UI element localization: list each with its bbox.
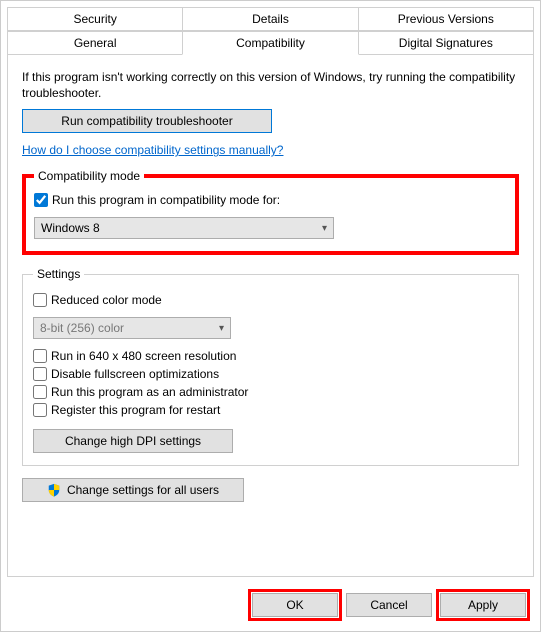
run-640-row[interactable]: Run in 640 x 480 screen resolution bbox=[33, 349, 508, 363]
run-admin-checkbox[interactable] bbox=[33, 385, 47, 399]
shield-icon bbox=[47, 483, 61, 497]
compatibility-mode-group: Compatibility mode Run this program in c… bbox=[22, 169, 519, 255]
register-restart-checkbox[interactable] bbox=[33, 403, 47, 417]
register-restart-row[interactable]: Register this program for restart bbox=[33, 403, 508, 417]
apply-button[interactable]: Apply bbox=[440, 593, 526, 617]
compat-mode-os-value: Windows 8 bbox=[41, 221, 100, 235]
compat-mode-checkbox-row[interactable]: Run this program in compatibility mode f… bbox=[34, 193, 507, 207]
run-640-checkbox[interactable] bbox=[33, 349, 47, 363]
reduced-color-row[interactable]: Reduced color mode bbox=[33, 293, 508, 307]
run-troubleshooter-button[interactable]: Run compatibility troubleshooter bbox=[22, 109, 272, 133]
dialog-button-bar: OK Cancel Apply bbox=[1, 583, 540, 631]
reduced-color-label: Reduced color mode bbox=[51, 293, 162, 307]
tab-digital-signatures[interactable]: Digital Signatures bbox=[358, 31, 534, 55]
chevron-down-icon: ▾ bbox=[219, 323, 224, 334]
intro-text: If this program isn't working correctly … bbox=[22, 69, 519, 101]
tab-security[interactable]: Security bbox=[7, 7, 183, 31]
color-mode-value: 8-bit (256) color bbox=[40, 321, 124, 335]
run-admin-row[interactable]: Run this program as an administrator bbox=[33, 385, 508, 399]
compatibility-mode-legend: Compatibility mode bbox=[34, 169, 144, 183]
disable-fs-checkbox[interactable] bbox=[33, 367, 47, 381]
cancel-button[interactable]: Cancel bbox=[346, 593, 432, 617]
compat-mode-checkbox[interactable] bbox=[34, 193, 48, 207]
settings-legend: Settings bbox=[33, 267, 84, 281]
chevron-down-icon: ▾ bbox=[322, 223, 327, 234]
change-dpi-button[interactable]: Change high DPI settings bbox=[33, 429, 233, 453]
tab-previous-versions[interactable]: Previous Versions bbox=[358, 7, 534, 31]
settings-group: Settings Reduced color mode 8-bit (256) … bbox=[22, 267, 519, 466]
compat-mode-label: Run this program in compatibility mode f… bbox=[52, 193, 280, 207]
tab-body-compatibility: If this program isn't working correctly … bbox=[7, 54, 534, 577]
disable-fs-row[interactable]: Disable fullscreen optimizations bbox=[33, 367, 508, 381]
tab-compatibility[interactable]: Compatibility bbox=[182, 31, 358, 55]
run-640-label: Run in 640 x 480 screen resolution bbox=[51, 349, 236, 363]
color-mode-combo: 8-bit (256) color ▾ bbox=[33, 317, 231, 339]
reduced-color-checkbox[interactable] bbox=[33, 293, 47, 307]
tab-row-2: General Compatibility Digital Signatures bbox=[7, 31, 534, 55]
tab-details[interactable]: Details bbox=[182, 7, 358, 31]
disable-fs-label: Disable fullscreen optimizations bbox=[51, 367, 219, 381]
run-admin-label: Run this program as an administrator bbox=[51, 385, 248, 399]
change-all-users-button[interactable]: Change settings for all users bbox=[22, 478, 244, 502]
change-all-users-label: Change settings for all users bbox=[67, 483, 219, 497]
properties-dialog: Security Details Previous Versions Gener… bbox=[0, 0, 541, 632]
compat-mode-os-combo[interactable]: Windows 8 ▾ bbox=[34, 217, 334, 239]
help-link[interactable]: How do I choose compatibility settings m… bbox=[22, 143, 283, 157]
register-restart-label: Register this program for restart bbox=[51, 403, 220, 417]
ok-button[interactable]: OK bbox=[252, 593, 338, 617]
tab-general[interactable]: General bbox=[7, 31, 183, 55]
tab-row-1: Security Details Previous Versions bbox=[7, 7, 534, 31]
tabs-area: Security Details Previous Versions Gener… bbox=[1, 1, 540, 55]
